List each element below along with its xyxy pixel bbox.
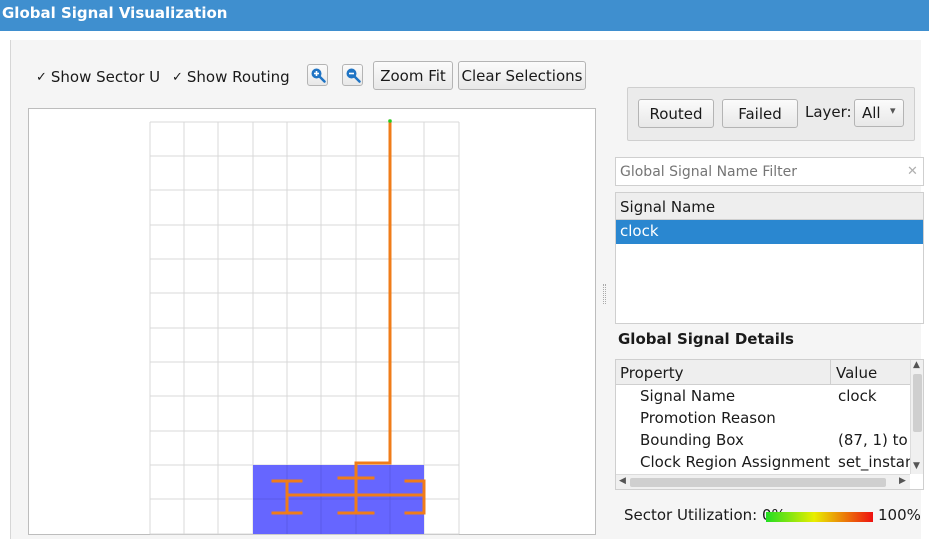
table-row[interactable]: Bounding Box (87, 1) to ( (616, 429, 910, 451)
scroll-left-icon[interactable]: ◀ (619, 476, 626, 486)
zoom-fit-button[interactable]: Zoom Fit (373, 61, 453, 90)
layer-dropdown-value: All (862, 104, 881, 122)
details-vertical-scrollbar[interactable]: ▲ ▼ (910, 360, 923, 474)
scrollbar-thumb[interactable] (913, 374, 922, 432)
property-column-header[interactable]: Property (620, 364, 683, 382)
scroll-down-icon[interactable]: ▼ (913, 461, 920, 471)
clock-routing-path (271, 119, 426, 515)
layer-label: Layer: (805, 103, 852, 121)
utilization-max-label: 100% (878, 506, 921, 524)
details-title: Global Signal Details (618, 330, 794, 348)
details-horizontal-scrollbar[interactable]: ◀ ▶ (616, 474, 910, 489)
scrollbar-thumb[interactable] (630, 478, 886, 487)
window-title: Global Signal Visualization (2, 4, 228, 22)
value-cell: clock (838, 387, 877, 405)
zoom-in-icon (311, 68, 326, 83)
scroll-right-icon[interactable]: ▶ (899, 476, 906, 486)
zoom-in-button[interactable] (307, 64, 328, 86)
show-routing-checkbox[interactable]: ✓ Show Routing (172, 66, 290, 88)
routing-canvas[interactable] (28, 108, 596, 535)
property-cell: Signal Name (640, 387, 736, 405)
show-routing-label: Show Routing (186, 68, 290, 86)
zoom-out-button[interactable] (342, 64, 363, 86)
table-row[interactable]: Clock Region Assignment set_instan (616, 451, 910, 473)
signal-details-table: Property Value Signal Name clock Promoti… (615, 359, 924, 490)
details-header: Property Value (616, 360, 910, 385)
failed-button[interactable]: Failed (722, 99, 798, 128)
signal-list-item-label: clock (620, 222, 659, 240)
title-bar: Global Signal Visualization (0, 0, 929, 31)
value-cell: (87, 1) to ( (838, 431, 910, 449)
routing-diagram (149, 119, 460, 535)
clock-source-marker (388, 119, 392, 123)
show-sector-label: Show Sector U (50, 68, 161, 86)
sector-utilization-label: Sector Utilization: 0% (624, 506, 786, 524)
layer-dropdown[interactable]: All ▾ (854, 99, 904, 127)
property-cell: Promotion Reason (640, 409, 776, 427)
value-column-header[interactable]: Value (836, 364, 877, 382)
clear-filter-icon[interactable]: ✕ (907, 164, 918, 179)
utilization-color-scale (766, 512, 873, 522)
column-divider[interactable] (830, 360, 831, 385)
table-row[interactable]: Signal Name clock (616, 385, 910, 407)
checkbox-check-icon: ✓ (172, 69, 183, 85)
signal-name-column-header: Signal Name (620, 198, 716, 216)
property-cell: Bounding Box (640, 431, 744, 449)
property-cell: Clock Region Assignment (640, 453, 830, 471)
panel-splitter[interactable] (603, 284, 606, 304)
scroll-up-icon[interactable]: ▲ (913, 360, 920, 370)
signal-list-header[interactable]: Signal Name (616, 193, 923, 220)
signal-list: Signal Name clock (615, 192, 924, 324)
signal-name-filter[interactable]: ✕ (615, 157, 924, 186)
zoom-out-icon (346, 68, 361, 83)
value-cell: set_instan (838, 453, 910, 471)
clear-selections-button[interactable]: Clear Selections (458, 61, 586, 90)
signal-name-filter-input[interactable] (620, 162, 900, 182)
checkbox-check-icon: ✓ (36, 69, 47, 85)
routed-button[interactable]: Routed (638, 99, 714, 128)
show-sector-checkbox[interactable]: ✓ Show Sector U (36, 66, 160, 88)
signal-list-item[interactable]: clock (616, 220, 923, 244)
table-row[interactable]: Promotion Reason (616, 407, 910, 429)
chevron-down-icon: ▾ (890, 104, 896, 117)
